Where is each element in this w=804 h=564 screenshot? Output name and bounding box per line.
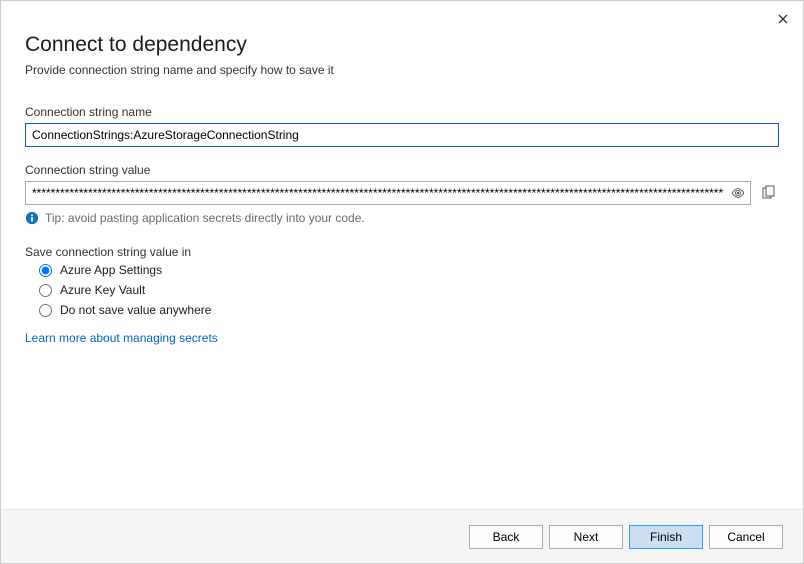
page-title: Connect to dependency xyxy=(25,33,779,57)
radio-label: Do not save value anywhere xyxy=(60,303,211,317)
connection-name-input[interactable] xyxy=(25,123,779,147)
radio-input-no-save[interactable] xyxy=(39,304,52,317)
finish-button[interactable]: Finish xyxy=(629,525,703,549)
radio-key-vault[interactable]: Azure Key Vault xyxy=(39,283,779,297)
dialog-footer: Back Next Finish Cancel xyxy=(1,509,803,563)
connection-value-label: Connection string value xyxy=(25,163,779,177)
back-button[interactable]: Back xyxy=(469,525,543,549)
learn-more-link[interactable]: Learn more about managing secrets xyxy=(25,331,218,345)
reveal-button[interactable] xyxy=(729,184,747,202)
page-subtitle: Provide connection string name and speci… xyxy=(25,63,779,77)
radio-input-key-vault[interactable] xyxy=(39,284,52,297)
radio-app-settings[interactable]: Azure App Settings xyxy=(39,263,779,277)
dialog-content: Connect to dependency Provide connection… xyxy=(1,1,803,345)
radio-label: Azure App Settings xyxy=(60,263,162,277)
radio-label: Azure Key Vault xyxy=(60,283,145,297)
next-button[interactable]: Next xyxy=(549,525,623,549)
save-section-label: Save connection string value in xyxy=(25,245,779,259)
copy-button[interactable] xyxy=(757,182,779,204)
radio-input-app-settings[interactable] xyxy=(39,264,52,277)
radio-no-save[interactable]: Do not save value anywhere xyxy=(39,303,779,317)
close-icon xyxy=(778,14,788,24)
eye-icon xyxy=(731,186,745,200)
close-button[interactable] xyxy=(773,9,793,29)
cancel-button[interactable]: Cancel xyxy=(709,525,783,549)
save-radio-group: Azure App Settings Azure Key Vault Do no… xyxy=(39,263,779,317)
tip-row: Tip: avoid pasting application secrets d… xyxy=(25,211,779,225)
connection-name-label: Connection string name xyxy=(25,105,779,119)
tip-text: Tip: avoid pasting application secrets d… xyxy=(45,211,365,225)
connection-value-input[interactable] xyxy=(25,181,751,205)
copy-icon xyxy=(760,185,776,201)
info-icon xyxy=(25,211,39,225)
